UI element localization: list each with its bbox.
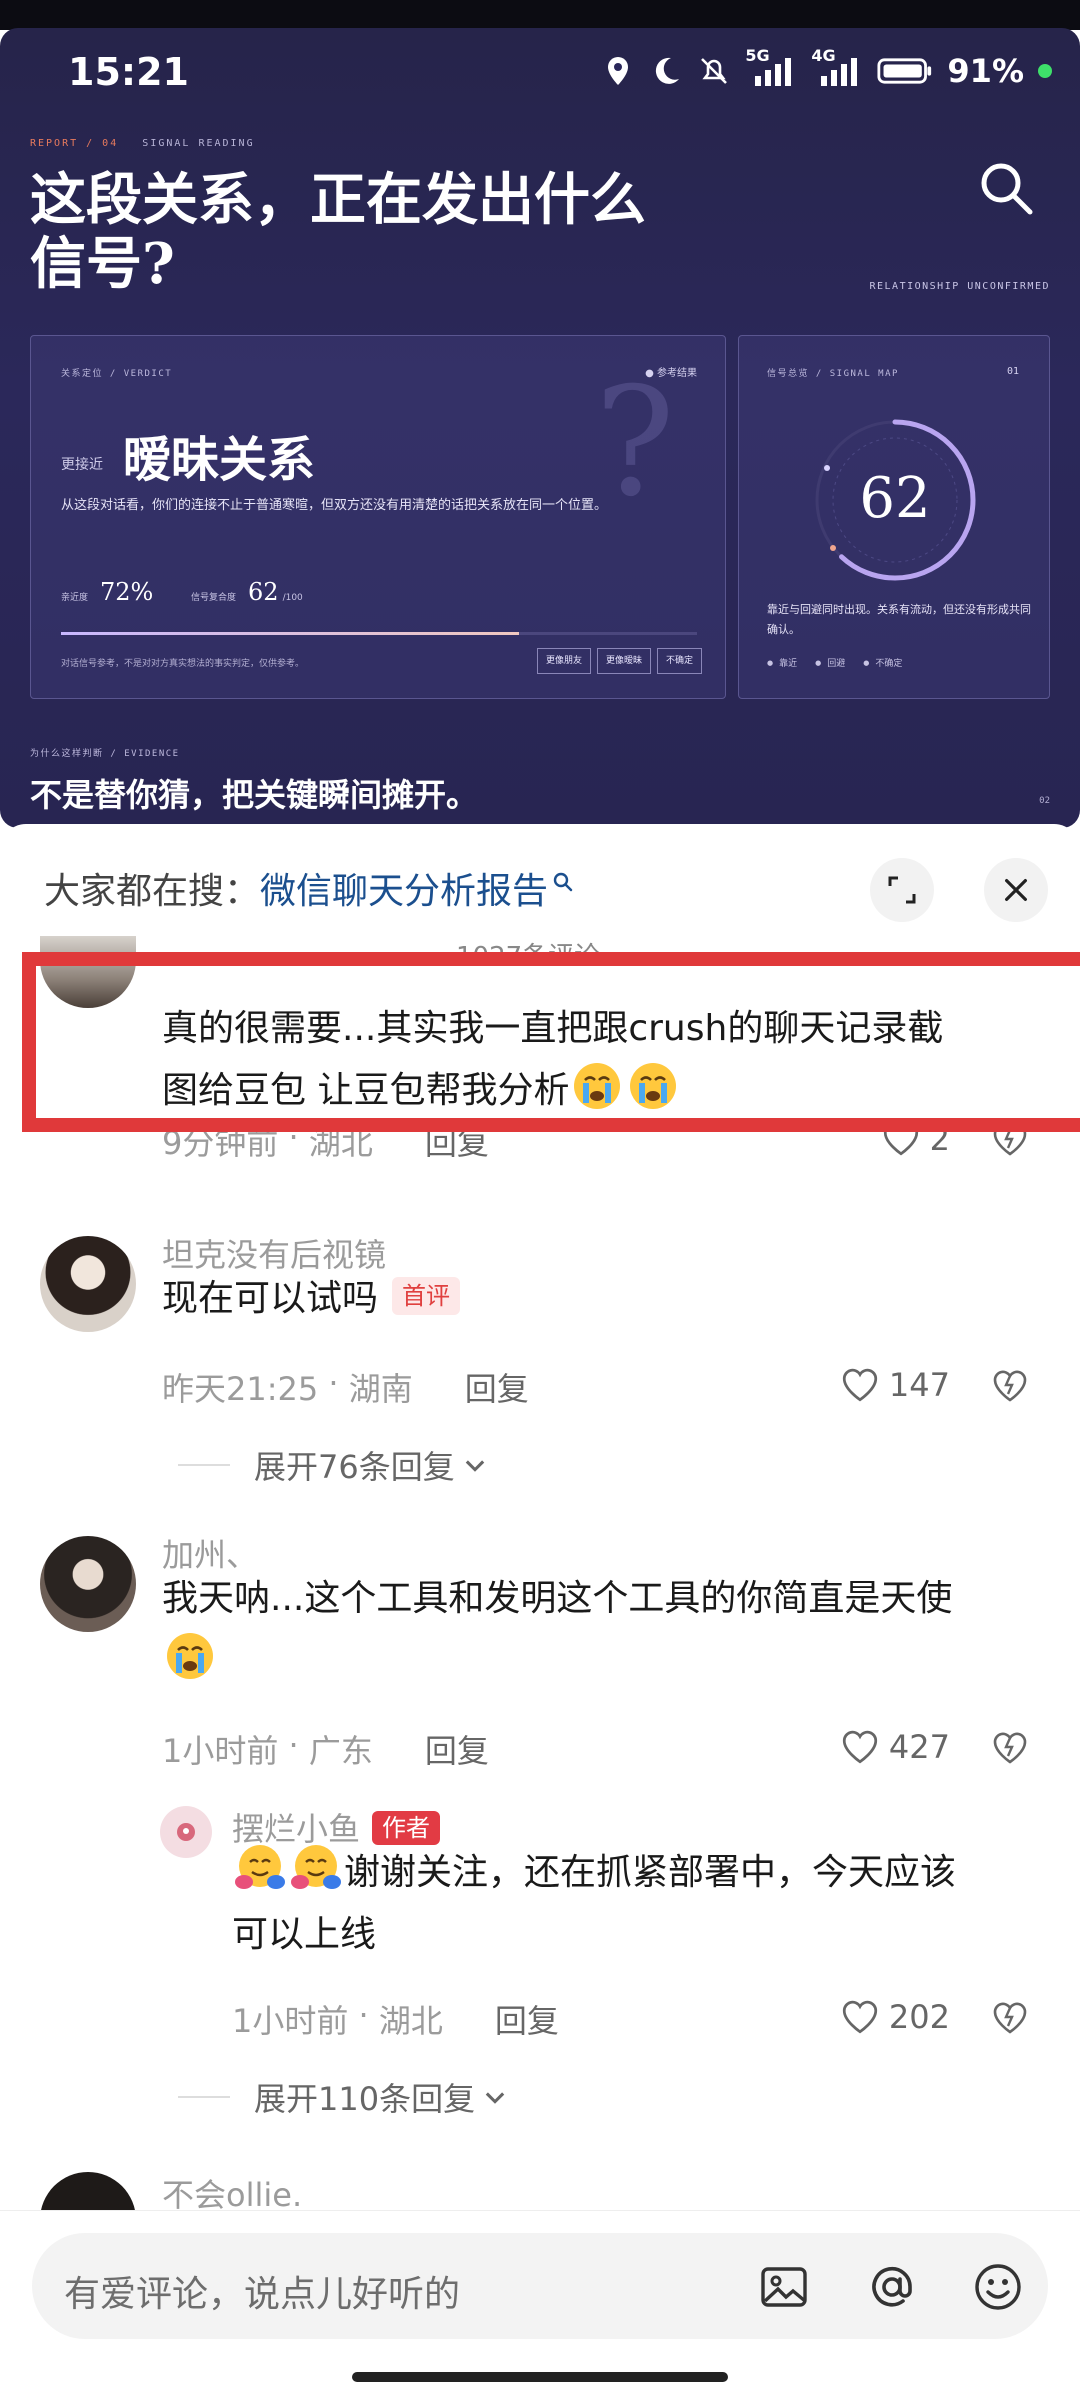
status-icons: 5G 4G 91% [601,46,1052,90]
closer-label: 更接近 [61,457,103,473]
verdict-card: 关系定位 / VERDICT ● 参考结果 ? 更接近 暧昧关系 从这段对话看，… [30,335,726,699]
top-bezel [0,0,1080,30]
expand-button[interactable] [870,858,934,922]
report-title: 这段关系，正在发出什么信号? [30,167,646,297]
signal-score-metric: 信号复合度 62 /100 [191,578,303,606]
signal-map-number: 01 [1006,366,1019,377]
expand-replies-button[interactable]: 展开76条回复 [178,1442,489,1488]
signal-map-card: 信号总览 / SIGNAL MAP 01 62 靠近与回避同时出现。关系有流动，… [738,335,1050,699]
search-icon [553,872,573,892]
crying-emoji-icon [167,1633,213,1679]
emoji-icon[interactable] [972,2261,1024,2313]
dislike-icon[interactable] [990,1728,1030,1768]
like-count: 427 [888,1728,950,1766]
status-bar: 15:21 5G 4G 91% [0,28,1080,118]
report-page: REPORT / 04 SIGNAL READING 这段关系，正在发出什么信号… [0,28,1080,828]
comment-text: 现在可以试吗 首评 [162,1268,1042,1330]
reply-button[interactable]: 回复 [465,1364,529,1410]
signal-legend: 靠近 回避 不确定 [767,656,902,669]
search-icon[interactable] [974,156,1038,220]
tag-uncertain[interactable]: 不确定 [657,648,703,674]
heart-icon [842,2000,878,2034]
legend-avoid: 回避 [815,656,845,669]
home-indicator[interactable] [352,2372,728,2382]
comment-meta: 昨天21:25 · 湖南 回复 [162,1364,529,1410]
avatar[interactable] [40,2172,136,2210]
fish-avatar-icon [177,1823,195,1841]
reply-button[interactable]: 回复 [495,1996,559,2042]
page-number: 02 [1039,796,1050,806]
avatar[interactable] [40,1536,136,1632]
reply-meta: 1小时前 · 湖北 回复 [232,1996,559,2042]
relationship-status-label: RELATIONSHIP UNCONFIRMED [869,281,1050,292]
expand-icon [888,876,916,904]
hugging-emoji-icon [291,1845,341,1889]
privacy-dot [1038,64,1052,78]
highlight-annotation-box [22,952,1080,1132]
signal-gauge-value: 62 [859,466,931,531]
like-button[interactable]: 202 [839,1996,950,2038]
status-time: 15:21 [68,50,189,94]
report-label: REPORT / 04 SIGNAL READING [30,138,255,149]
tag-ambiguous[interactable]: 更像暧昧 [597,648,652,674]
comment-meta: 1小时前 · 广东 回复 [162,1726,489,1772]
closeness-progress-bar [61,632,697,635]
comment-input[interactable]: 有爱评论，说点儿好听的 [32,2233,1048,2339]
battery-percent: 91% [947,52,1024,90]
reply-button[interactable]: 回复 [425,1726,489,1772]
disclaimer-note: 对话信号参考，不是对对方真实想法的事实判定，仅供参考。 [61,659,305,669]
signal-icon: 5G [745,46,797,88]
closeness-progress-fill [61,632,519,635]
author-badge: 作者 [372,1811,441,1845]
moon-icon [656,57,680,84]
dislike-icon[interactable] [990,1366,1030,1406]
hugging-emoji-icon [235,1845,285,1889]
signal-icon: 4G [811,46,863,88]
evidence-label: 为什么这样判断 / EVIDENCE [30,749,180,759]
comment-input-placeholder: 有爱评论，说点儿好听的 [64,2274,461,2315]
trending-search[interactable]: 大家都在搜： 微信聊天分析报告 [44,862,574,914]
mute-icon [701,58,728,84]
author-avatar[interactable] [160,1806,212,1858]
verdict-description: 从这段对话看，你们的连接不止于普通寒暄，但双方还没有用清楚的话把关系放在同一个位… [61,498,608,513]
mention-icon[interactable] [866,2261,918,2313]
signal-description: 靠近与回避同时出现。关系有流动，但还没有形成共同确认。 [767,603,1031,636]
close-icon [1005,879,1027,901]
signal-map-label: 信号总览 / SIGNAL MAP [767,369,899,379]
expand-replies-button[interactable]: 展开110条回复 [178,2074,509,2120]
closeness-metric: 亲近度 72% [61,578,154,606]
evidence-title: 不是替你猜，把关键瞬间摊开。 [30,776,479,814]
battery-icon [877,58,932,84]
like-button[interactable]: 427 [839,1726,950,1768]
comment-sheet: 大家都在搜： 微信聊天分析报告 1027条评论 真的很需要...其实我一直把跟c… [0,824,1080,2400]
dislike-icon[interactable] [990,1998,1030,2038]
image-icon[interactable] [758,2261,810,2313]
legend-uncertain: 不确定 [863,656,902,669]
verdict-value: 暧昧关系 [123,432,316,488]
like-count: 202 [888,1998,950,2036]
tag-friends[interactable]: 更像朋友 [537,648,592,674]
reply-text: 谢谢关注，还在抓紧部署中，今天应该 可以上线 [232,1842,1052,1966]
first-comment-badge: 首评 [392,1277,461,1315]
legend-approach: 靠近 [767,656,797,669]
like-button[interactable]: 147 [839,1364,950,1406]
heart-icon [842,1730,878,1764]
heart-icon [842,1368,878,1402]
close-button[interactable] [984,858,1048,922]
comment-username[interactable]: 不会ollie. [162,2172,302,2210]
avatar[interactable] [40,1236,136,1332]
chevron-down-icon [465,1460,484,1472]
trending-search-term[interactable]: 微信聊天分析报告 [260,862,548,914]
trending-search-prefix: 大家都在搜： [44,871,261,912]
comment-item: 不会ollie. [0,2172,1080,2210]
chevron-down-icon [485,2092,505,2104]
comment-text: 我天呐...这个工具和发明这个工具的你简直是天使 [162,1568,1042,1692]
verdict-card-label: 关系定位 / VERDICT [61,369,173,379]
location-icon [608,57,629,85]
like-count: 147 [888,1366,950,1404]
